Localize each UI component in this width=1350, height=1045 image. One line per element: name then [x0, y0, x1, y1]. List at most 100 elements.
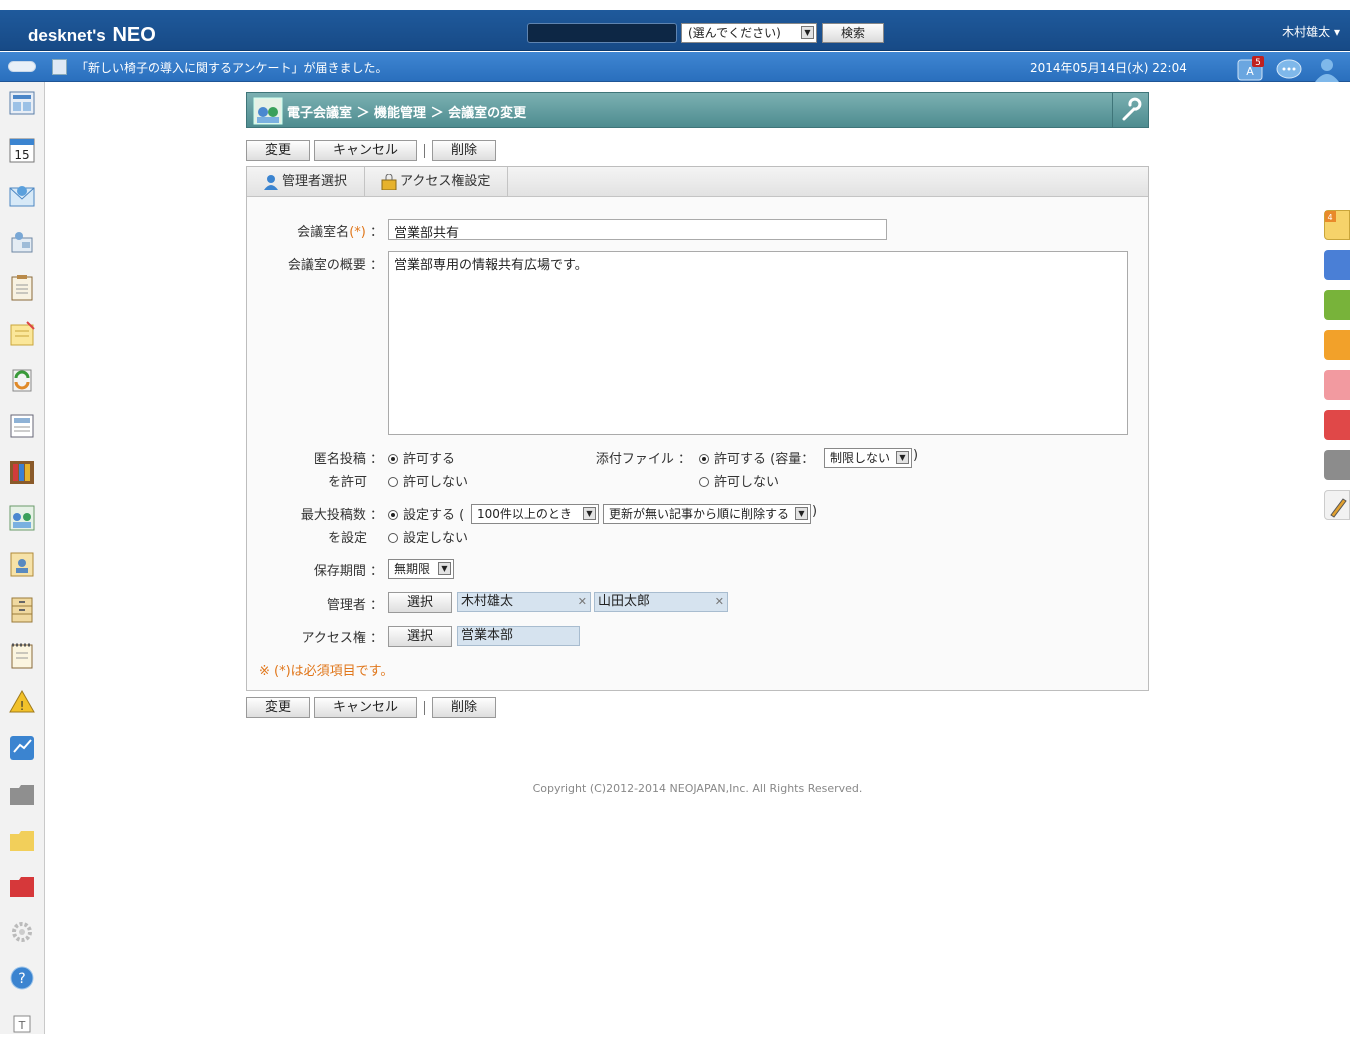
room-summary-textarea[interactable]: 営業部専用の情報共有広場です。 [388, 251, 1128, 435]
sticky-note-icon: 4 [1325, 211, 1336, 222]
sidebar-item-bookshelf[interactable] [0, 450, 45, 496]
anonymous-label-line2: を許可 [327, 475, 367, 490]
memo-icon [10, 321, 35, 346]
room-name-label: 会議室名(*) ： [297, 225, 383, 240]
sidebar-item-memo[interactable] [0, 312, 45, 358]
top-header: desknet's NEO (選んでください) ▼ 検索 木村雄太 ▾ [0, 10, 1350, 51]
max-posts-action-select[interactable]: 更新が無い記事から順に削除する ▼ [603, 504, 811, 524]
pencil-button[interactable] [1324, 490, 1350, 520]
room-name-input[interactable]: 営業部共有 [388, 219, 887, 241]
user-profile-icon[interactable] [1312, 56, 1342, 82]
conference-icon [9, 505, 35, 531]
color-tab-green[interactable] [1324, 290, 1350, 320]
sidebar-item-safety[interactable]: ! [0, 680, 45, 726]
neo-chart-icon [10, 736, 34, 760]
search-input[interactable] [527, 23, 677, 43]
breadcrumb: 電子会議室 ＞ 機能管理 ＞ 会議室の変更 [287, 106, 527, 121]
wrench-button[interactable] [1112, 93, 1148, 127]
help-icon: ? [10, 966, 34, 990]
svg-text:?: ? [18, 971, 25, 987]
delete-button[interactable]: 削除 [432, 140, 496, 161]
sidebar-item-schedule[interactable]: 15 [0, 128, 45, 174]
sidebar-item-gray-folder[interactable] [0, 772, 45, 818]
close-icon[interactable]: ✕ [715, 593, 724, 611]
svg-text:15: 15 [14, 148, 29, 162]
toolbar-divider [424, 701, 425, 715]
cabinet-icon [11, 597, 33, 623]
sidebar-item-portal[interactable] [0, 82, 45, 128]
sidebar-item-workflow[interactable] [0, 358, 45, 404]
anonymous-deny-radio[interactable]: 許可しない [388, 471, 468, 490]
news-icon [10, 414, 34, 438]
admin-select-button[interactable]: 選択 [388, 592, 452, 613]
sidebar-item-address[interactable] [0, 542, 45, 588]
change-button-bottom[interactable]: 変更 [246, 697, 310, 718]
search-button[interactable]: 検索 [822, 23, 884, 43]
info-bar: 「新しい椅子の導入に関するアンケート」が届きました。 2014年05月14日(水… [0, 52, 1350, 82]
access-group-chip[interactable]: 営業本部 [457, 626, 580, 646]
user-menu[interactable]: 木村雄太 ▾ [1282, 23, 1340, 40]
copyright: Copyright (C)2012-2014 NEOJAPAN,Inc. All… [532, 782, 863, 795]
left-sidebar: 15 ! ? T [0, 82, 45, 1035]
sidebar-item-news[interactable] [0, 404, 45, 450]
cancel-button-bottom[interactable]: キャンセル [314, 697, 417, 718]
chat-icon[interactable] [1274, 56, 1304, 82]
access-select-button[interactable]: 選択 [388, 626, 452, 647]
sidebar-item-neo[interactable] [0, 726, 45, 772]
sidebar-item-clipboard[interactable] [0, 266, 45, 312]
sidebar-item-help[interactable]: ? [0, 956, 45, 1002]
gray-folder-icon [10, 785, 34, 805]
max-posts-unset-radio[interactable]: 設定しない [388, 527, 468, 546]
close-icon[interactable]: ✕ [578, 593, 587, 611]
current-datetime: 2014年05月14日(水) 22:04 [1030, 61, 1187, 75]
notification-icon [52, 59, 67, 75]
required-mark: (*) [349, 225, 366, 240]
sidebar-item-settings[interactable] [0, 910, 45, 956]
svg-text:!: ! [20, 699, 25, 713]
required-note: ※ (*)は必須項目です。 [259, 664, 394, 679]
user-icon [264, 174, 278, 190]
clipboard-icon [11, 275, 33, 301]
attachment-deny-radio[interactable]: 許可しない [699, 471, 779, 490]
chevron-down-icon: ▼ [896, 451, 909, 464]
lock-folder-icon [381, 173, 397, 190]
search-target-select[interactable]: (選んでください) ▼ [681, 23, 817, 43]
sidebar-toggle[interactable] [8, 61, 36, 72]
notification-message[interactable]: 「新しい椅子の導入に関するアンケート」が届きました。 [76, 59, 388, 76]
app-logo[interactable]: desknet's NEO [28, 24, 156, 47]
sticky-note-button[interactable]: 4 [1324, 210, 1350, 240]
admin-chip[interactable]: 山田太郎 ✕ [594, 592, 728, 612]
color-tab-orange[interactable] [1324, 330, 1350, 360]
anonymous-allow-radio[interactable]: 許可する [388, 448, 455, 467]
retention-select[interactable]: 無期限 ▼ [388, 559, 454, 579]
color-tab-red[interactable] [1324, 410, 1350, 440]
admin-chip[interactable]: 木村雄太 ✕ [457, 592, 591, 612]
change-button[interactable]: 変更 [246, 140, 310, 161]
delete-button-bottom[interactable]: 削除 [432, 697, 496, 718]
chevron-down-icon: ▼ [801, 26, 814, 39]
tab-admin-select[interactable]: 管理者選択 [247, 167, 365, 197]
tab-access-settings[interactable]: アクセス権設定 [365, 167, 508, 197]
color-tab-pink[interactable] [1324, 370, 1350, 400]
svg-text:T: T [18, 1019, 26, 1032]
cancel-button[interactable]: キャンセル [314, 140, 417, 161]
attachment-capacity-select[interactable]: 制限しない ▼ [824, 448, 912, 468]
sidebar-item-todo[interactable] [0, 634, 45, 680]
broadcast-icon[interactable]: A5 [1236, 56, 1266, 82]
sidebar-item-cabinet[interactable] [0, 588, 45, 634]
color-tab-gray[interactable] [1324, 450, 1350, 480]
mail-icon [9, 186, 35, 207]
sidebar-item-red-folder[interactable] [0, 864, 45, 910]
attachment-allow-radio[interactable]: 許可する (容量： [699, 448, 814, 467]
wrench-icon [1122, 97, 1142, 121]
sidebar-item-mail[interactable] [0, 174, 45, 220]
chevron-down-icon: ▼ [438, 562, 451, 575]
max-posts-threshold-select[interactable]: 100件以上のとき ▼ [471, 504, 599, 524]
color-tab-blue[interactable] [1324, 250, 1350, 280]
bookshelf-icon [10, 461, 34, 484]
sidebar-item-conference[interactable] [0, 496, 45, 542]
svg-text:A: A [1246, 65, 1254, 78]
max-posts-set-radio[interactable]: 設定する ( [388, 504, 464, 523]
sidebar-item-facility[interactable] [0, 220, 45, 266]
sidebar-item-yellow-folder[interactable] [0, 818, 45, 864]
